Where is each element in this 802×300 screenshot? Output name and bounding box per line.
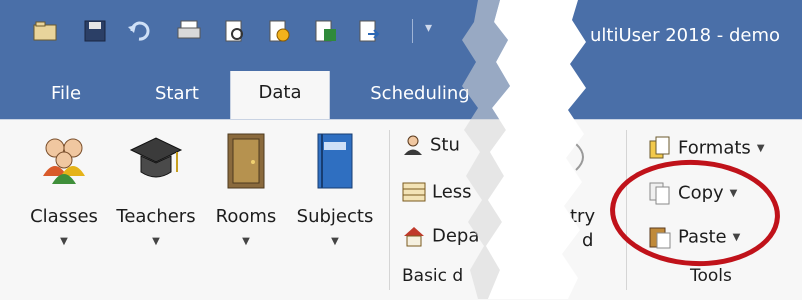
- partial-label-line2: d: [582, 230, 594, 251]
- book-icon: [317, 133, 353, 189]
- excel-export-icon[interactable]: [312, 18, 338, 44]
- partial-icon: [575, 143, 584, 171]
- graduation-cap-icon: [129, 137, 183, 178]
- qat-customize-dropdown-icon[interactable]: ▾: [425, 20, 432, 36]
- students-button[interactable]: Stu: [402, 134, 460, 156]
- window-title: ultiUser 2018 - demo: [590, 25, 781, 46]
- print-icon[interactable]: [176, 18, 202, 44]
- chevron-down-icon: ▼: [331, 236, 339, 247]
- rooms-button[interactable]: Rooms ▼: [208, 132, 284, 262]
- rooms-label: Rooms: [215, 206, 277, 227]
- formats-button[interactable]: Formats ▼: [648, 136, 765, 160]
- tab-file[interactable]: File: [44, 75, 88, 113]
- people-group-icon: [43, 138, 85, 184]
- subjects-label: Subjects: [296, 206, 374, 227]
- teachers-button[interactable]: Teachers ▼: [110, 132, 202, 262]
- departments-button[interactable]: Depa: [402, 225, 479, 247]
- lessons-label: Less: [432, 181, 472, 203]
- tab-start[interactable]: Start: [150, 75, 204, 113]
- undo-icon[interactable]: [126, 18, 152, 44]
- tab-scheduling[interactable]: Scheduling: [358, 75, 482, 113]
- basic-data-group-label: Basic d: [402, 266, 464, 286]
- students-label: Stu: [430, 134, 460, 156]
- chevron-down-icon: ▼: [152, 236, 160, 247]
- departments-label: Depa: [432, 225, 480, 247]
- print-preview-icon[interactable]: [222, 18, 248, 44]
- open-folder-icon[interactable]: [32, 18, 58, 44]
- settings-doc-icon[interactable]: [266, 18, 292, 44]
- door-icon: [227, 133, 265, 189]
- teachers-label: Teachers: [116, 206, 196, 227]
- chevron-down-icon: ▼: [60, 236, 68, 247]
- lessons-icon: [402, 182, 426, 202]
- tools-group-label: Tools: [690, 266, 732, 286]
- subjects-button[interactable]: Subjects ▼: [290, 132, 380, 262]
- group-separator: [389, 130, 390, 290]
- qat-separator: [412, 19, 413, 43]
- classes-label: Classes: [30, 206, 98, 227]
- lessons-button[interactable]: Less: [402, 181, 472, 203]
- save-icon[interactable]: [82, 18, 108, 44]
- tab-data[interactable]: Data: [230, 71, 330, 119]
- chevron-down-icon: ▼: [756, 142, 765, 154]
- formats-icon: [649, 136, 670, 159]
- student-icon: [404, 135, 422, 155]
- formats-label: Formats: [678, 137, 751, 159]
- export-icon[interactable]: [356, 18, 382, 44]
- classes-button[interactable]: Classes ▼: [26, 132, 102, 262]
- partial-label-line1: try: [570, 206, 596, 227]
- chevron-down-icon: ▼: [242, 236, 250, 247]
- department-icon: [404, 227, 424, 247]
